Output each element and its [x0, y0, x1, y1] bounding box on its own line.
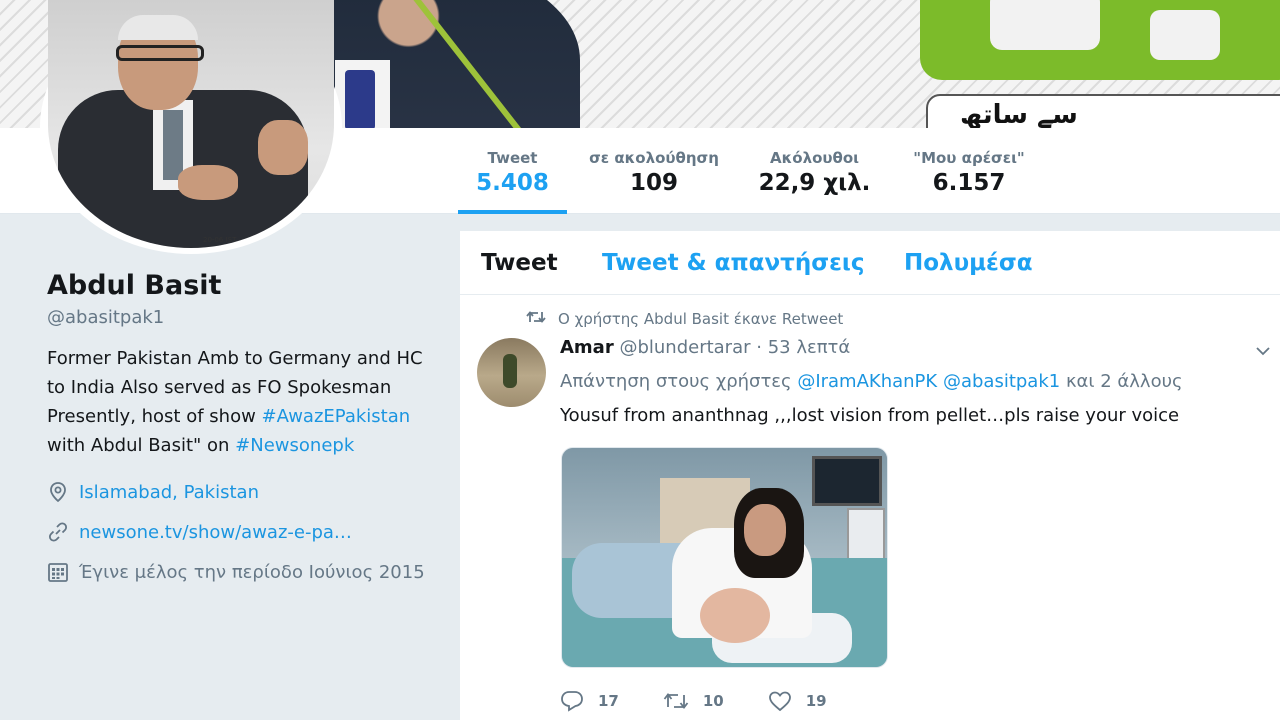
stat-label: Ακόλουθοι [770, 149, 859, 167]
tweet-text: Yousuf from ananthnag ,,,lost vision fro… [560, 405, 1180, 426]
location-link[interactable]: Islamabad, Pakistan [79, 482, 259, 503]
media-device [847, 508, 885, 563]
stat-value: 6.157 [932, 170, 1006, 196]
reply-user-link[interactable]: @abasitpak1 [943, 371, 1060, 392]
retweet-button[interactable]: 10 [663, 691, 724, 711]
tweet-timestamp[interactable]: · 53 λεπτά [756, 337, 850, 358]
tweet-media-image[interactable] [561, 447, 888, 668]
stat-likes[interactable]: "Μου αρέσει" 6.157 [900, 148, 1038, 198]
retweet-icon [526, 309, 546, 329]
stat-label: "Μου αρέσει" [913, 149, 1025, 167]
reply-context: Απάντηση στους χρήστες @IramAKhanPK @aba… [560, 371, 1183, 392]
retweet-count: 10 [702, 692, 724, 710]
avatar-tie [163, 110, 183, 180]
stat-followers[interactable]: Ακόλουθοι 22,9 χιλ. [752, 148, 877, 198]
stat-value: 109 [629, 170, 678, 196]
tweet-header: Amar @blundertarar · 53 λεπτά [560, 337, 850, 358]
bio-hashtag-link[interactable]: #AwazEPakistan [262, 406, 411, 427]
reply-button[interactable]: 17 [560, 690, 619, 712]
bio-hashtag-link[interactable]: #Newsonepk [235, 435, 354, 456]
like-button[interactable]: 19 [768, 690, 827, 712]
timeline-tabs: Tweet Tweet & απαντήσεις Πολυμέσα [460, 231, 1280, 295]
retweet-context: Ο χρήστης Abdul Basit έκανε Retweet [526, 309, 843, 329]
tweet-author-avatar[interactable] [477, 338, 546, 407]
banner-logo [920, 0, 1280, 80]
tab-media[interactable]: Πολυμέσα [904, 250, 1033, 276]
joined-text: Έγινε μέλος την περίοδο Ιούνιος 2015 [79, 561, 425, 583]
stat-following[interactable]: σε ακολούθηση 109 [580, 148, 728, 198]
bio-line: with Abdul Basit" on [47, 435, 236, 456]
banner-urdu-text: سے ساتھ [960, 100, 1078, 128]
stat-value: 5.408 [476, 170, 549, 196]
link-icon [47, 521, 69, 543]
location-pin-icon [47, 481, 69, 503]
website-link[interactable]: newsone.tv/show/awaz-e-pa… [79, 522, 352, 543]
stat-label: Tweet [487, 149, 538, 167]
profile-card: Abdul Basit @abasitpak1 Former Pakistan … [47, 268, 437, 592]
stat-tweets[interactable]: Tweet 5.408 [470, 148, 555, 198]
heart-icon [768, 690, 792, 712]
media-monitor [812, 456, 882, 506]
tweet-author-handle[interactable]: @blundertarar [619, 337, 750, 358]
profile-handle[interactable]: @abasitpak1 [47, 306, 437, 330]
avatar-hair [118, 15, 198, 40]
avatar-glasses [116, 45, 204, 61]
retweet-icon [663, 691, 689, 711]
banner-logo-cutout [990, 0, 1100, 50]
banner-tie [345, 70, 375, 128]
reply-suffix: και 2 άλλους [1060, 371, 1183, 392]
bio-line: Presently, host of show [47, 406, 262, 427]
profile-joined: Έγινε μέλος την περίοδο Ιούνιος 2015 [47, 552, 437, 592]
profile-info: Islamabad, Pakistan newsone.tv/show/awaz… [47, 472, 437, 592]
active-stat-underline [458, 210, 567, 214]
avatar-hand [258, 120, 308, 175]
retweet-note[interactable]: Ο χρήστης Abdul Basit έκανε Retweet [558, 310, 843, 328]
stat-label: σε ακολούθηση [589, 149, 719, 167]
like-count: 19 [805, 692, 827, 710]
media-face [744, 504, 786, 556]
avatar-caption: 20-06 IST [203, 236, 237, 244]
tab-tweets[interactable]: Tweet [481, 250, 558, 276]
reply-prefix: Απάντηση στους χρήστες [560, 371, 798, 392]
avatar-hand-2 [178, 165, 238, 200]
media-head [700, 588, 770, 643]
reply-user-link[interactable]: @IramAKhanPK [797, 371, 937, 392]
tweet-author-name[interactable]: Amar [560, 337, 614, 358]
tweet-actions: 17 10 19 [560, 690, 871, 712]
reply-icon [560, 690, 584, 712]
banner-logo-cutout-2 [1150, 10, 1220, 60]
profile-location: Islamabad, Pakistan [47, 472, 437, 512]
bio-line: Former Pakistan Amb to Germany and HC [47, 348, 423, 369]
calendar-icon [47, 561, 69, 583]
timeline: Tweet Tweet & απαντήσεις Πολυμέσα Ο χρήσ… [459, 231, 1280, 720]
stat-value: 22,9 χιλ. [758, 170, 871, 196]
chevron-down-icon[interactable] [1255, 341, 1271, 362]
profile-name[interactable]: Abdul Basit [47, 268, 437, 304]
tab-tweets-replies[interactable]: Tweet & απαντήσεις [602, 250, 865, 276]
avatar[interactable]: 20-06 IST [48, 0, 334, 248]
avatar-figure [503, 354, 517, 388]
bio-line: to India Also served as FO Spokesman [47, 377, 392, 398]
profile-bio: Former Pakistan Amb to Germany and HC to… [47, 344, 437, 460]
reply-count: 17 [598, 692, 619, 710]
profile-website: newsone.tv/show/awaz-e-pa… [47, 512, 437, 552]
